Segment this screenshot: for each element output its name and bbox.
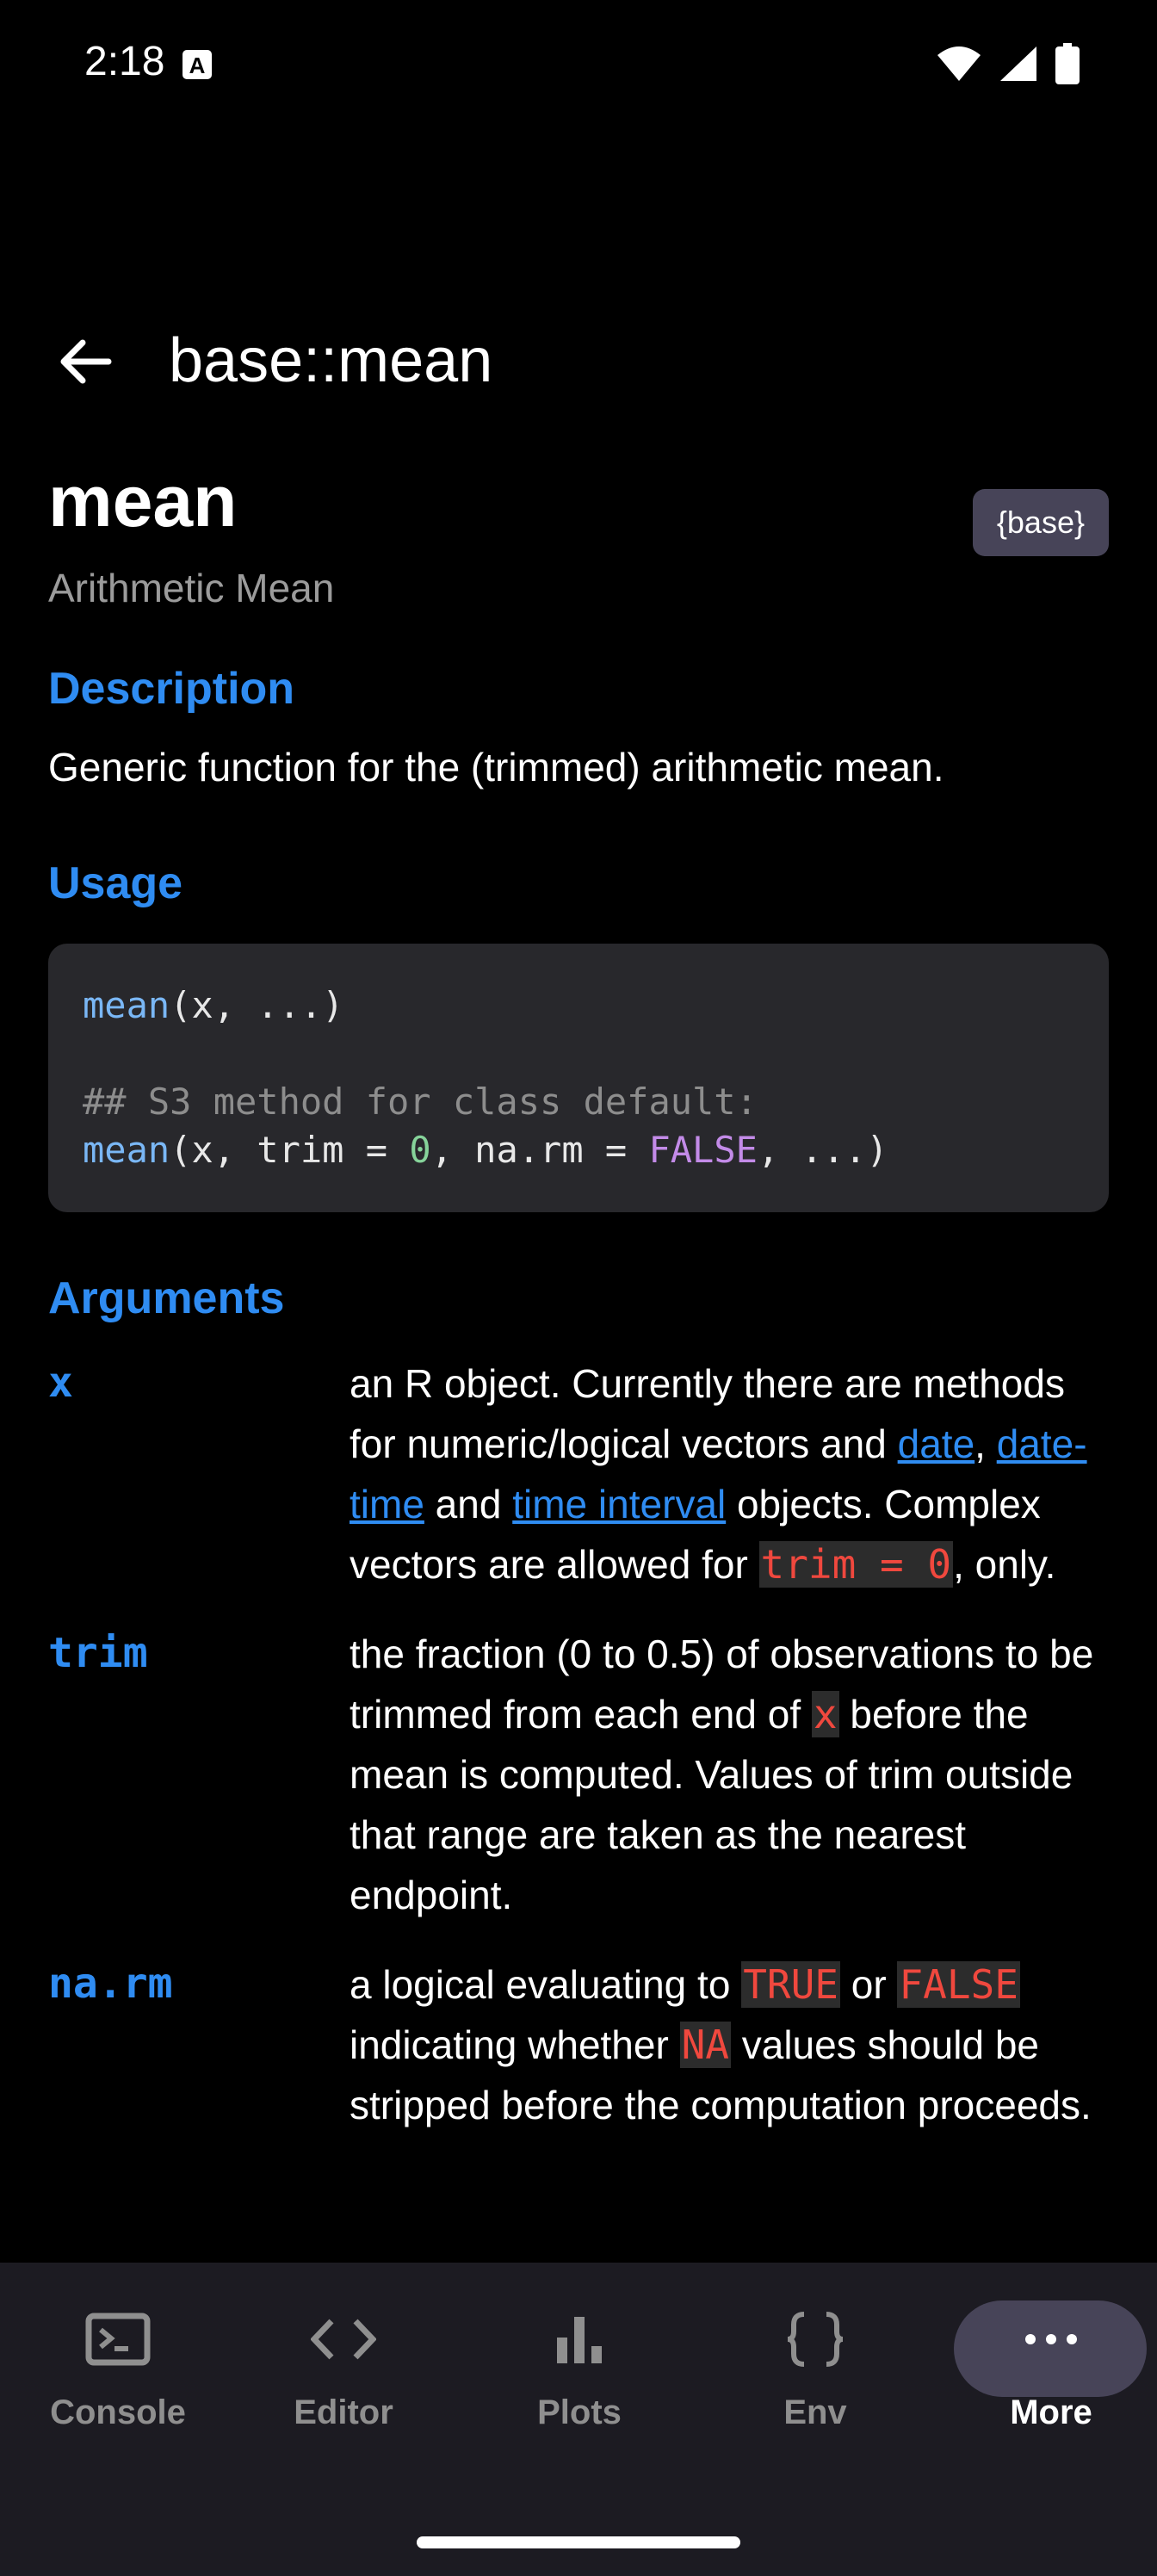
description-heading: Description: [48, 664, 295, 714]
nav-label: Editor: [294, 2393, 393, 2431]
help-content: mean {base} Arithmetic Mean Description …: [48, 465, 1109, 2135]
arg-text: , only.: [953, 1541, 1056, 1587]
usage-code-block: mean(x, ...) ## S3 method for class defa…: [48, 943, 1109, 1212]
argument-name: trim: [48, 1628, 148, 1677]
status-bar: 2:18 A: [0, 0, 1157, 129]
arrow-back-icon: [60, 339, 112, 384]
package-badge: {base}: [972, 489, 1109, 556]
code-text: (x, trim =: [170, 1128, 410, 1171]
arg-text: ,: [974, 1421, 997, 1466]
code-icon: [311, 2319, 376, 2360]
battery-icon: [1055, 43, 1080, 84]
arg-text: a logical evaluating to: [350, 1961, 742, 2007]
argument-x: x an R object. Currently there are metho…: [48, 1353, 1109, 1595]
argument-description: the fraction (0 to 0.5) of observations …: [350, 1624, 1109, 1925]
argument-trim: trim the fraction (0 to 0.5) of observat…: [48, 1624, 1109, 1925]
time-interval-link[interactable]: time interval: [512, 1482, 726, 1526]
usage-heading: Usage: [48, 858, 183, 908]
braces-icon: [787, 2312, 844, 2367]
wifi-icon: [937, 46, 981, 81]
more-horizontal-icon: [1025, 2334, 1077, 2344]
bottom-navigation: Console Editor Plots Env More: [0, 2263, 1157, 2576]
app-bar-title: base::mean: [169, 326, 493, 395]
code-fn: mean: [83, 1128, 170, 1171]
argument-name: x: [48, 1358, 73, 1407]
app-bar: base::mean: [0, 301, 1157, 413]
arg-text: and: [424, 1481, 513, 1526]
code-number: 0: [409, 1128, 431, 1171]
terminal-icon: [85, 2313, 151, 2366]
inline-code: TRUE: [741, 1960, 840, 2008]
nav-console[interactable]: Console: [0, 2300, 236, 2432]
signal-icon: [1000, 46, 1036, 81]
inline-code: NA: [679, 2021, 731, 2068]
system-icons: [937, 43, 1080, 84]
argument-name: na.rm: [48, 1959, 173, 2008]
code-logical: FALSE: [648, 1128, 758, 1171]
nav-more[interactable]: More: [933, 2300, 1157, 2432]
nav-plots[interactable]: Plots: [461, 2300, 697, 2432]
code-comment: ## S3 method for class default:: [83, 1080, 758, 1123]
argument-description: an R object. Currently there are methods…: [350, 1353, 1109, 1595]
arguments-heading: Arguments: [48, 1273, 285, 1323]
code-text: , ...): [757, 1128, 888, 1171]
function-name: mean: [48, 461, 238, 542]
description-text: Generic function for the (trimmed) arith…: [48, 745, 944, 790]
inline-code: x: [811, 1690, 839, 1737]
gesture-handle[interactable]: [417, 2536, 740, 2548]
nav-label: Plots: [537, 2393, 622, 2431]
nav-label: More: [1010, 2393, 1092, 2431]
argument-description: a logical evaluating to TRUE or FALSE in…: [350, 1954, 1109, 2135]
arg-text: indicating whether: [350, 2022, 680, 2067]
back-button[interactable]: [50, 327, 119, 396]
argument-na-rm: na.rm a logical evaluating to TRUE or FA…: [48, 1954, 1109, 2135]
nav-label: Console: [50, 2393, 186, 2431]
date-link[interactable]: date: [898, 1421, 975, 1466]
code-fn: mean: [83, 983, 170, 1026]
arg-text: or: [839, 1961, 898, 2007]
nav-editor[interactable]: Editor: [226, 2300, 461, 2432]
code-text: (x, ...): [170, 983, 344, 1026]
status-time: 2:18: [84, 39, 165, 84]
a-notification-icon: A: [183, 50, 212, 79]
nav-env[interactable]: Env: [697, 2300, 933, 2432]
function-subtitle: Arithmetic Mean: [48, 566, 335, 610]
inline-code: FALSE: [897, 1960, 1020, 2008]
inline-code: trim = 0: [758, 1540, 954, 1588]
nav-label: Env: [783, 2393, 847, 2431]
code-text: , na.rm =: [430, 1128, 649, 1171]
bar-chart-icon: [557, 2317, 602, 2363]
